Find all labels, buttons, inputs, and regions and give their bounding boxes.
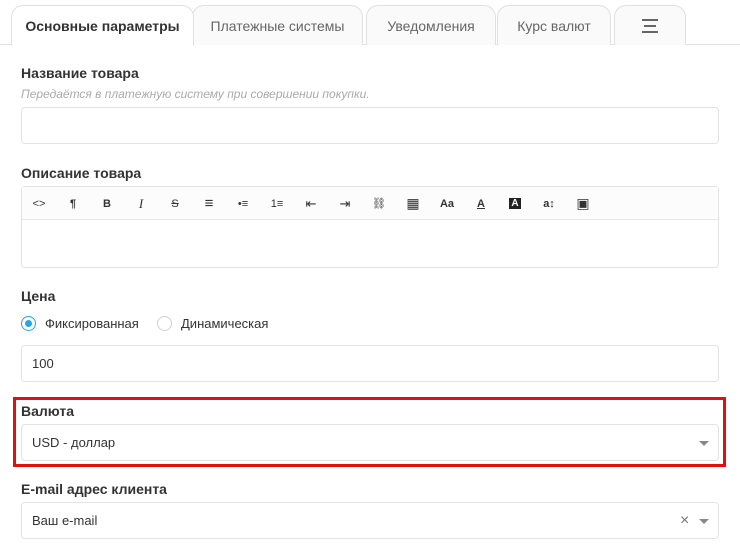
numbered-list-icon[interactable]: 1≡ (264, 187, 290, 220)
line-height-icon[interactable]: a↕ (536, 187, 562, 220)
bold-icon[interactable]: B (94, 187, 120, 220)
currency-highlight-frame (13, 397, 726, 467)
price-value: 100 (32, 356, 54, 371)
italic-icon[interactable]: I (128, 187, 154, 220)
tab-label: Основные параметры (25, 18, 180, 34)
description-editor: <> ¶ B I S ≡ •≡ 1≡ ⇤ ⇥ ⛓ ▦ Aa A A a↕ ▣ (21, 186, 719, 268)
radio-unselected-icon[interactable] (157, 316, 172, 331)
background-color-icon[interactable]: A (502, 187, 528, 220)
price-option-dynamic[interactable]: Динамическая (157, 316, 268, 331)
tab-label: Курс валют (517, 17, 591, 34)
outdent-icon[interactable]: ⇤ (298, 187, 324, 220)
text-color-icon[interactable]: A (468, 187, 494, 220)
tab-more-menu[interactable] (614, 5, 686, 45)
strikethrough-icon[interactable]: S (162, 187, 188, 220)
bullet-list-icon[interactable]: •≡ (230, 187, 256, 220)
price-input[interactable]: 100 (21, 345, 719, 382)
product-name-input[interactable] (21, 107, 719, 144)
table-icon[interactable]: ▦ (400, 187, 426, 220)
price-option-label: Динамическая (181, 316, 269, 331)
tab-notifications[interactable]: Уведомления (366, 5, 496, 45)
menu-lines-icon (642, 18, 658, 33)
tab-bar: Основные параметры Платежные системы Уве… (0, 0, 740, 46)
image-icon[interactable]: ▣ (570, 187, 596, 220)
chevron-down-icon[interactable] (699, 519, 709, 524)
font-size-icon[interactable]: Aa (434, 187, 460, 220)
product-description-label: Описание товара (21, 165, 142, 181)
tab-main-settings[interactable]: Основные параметры (11, 5, 194, 46)
client-email-label: E-mail адрес клиента (21, 481, 167, 497)
client-email-select[interactable]: Ваш e-mail × (21, 502, 719, 539)
radio-selected-icon[interactable] (21, 316, 36, 331)
product-name-hint: Передаётся в платежную систему при совер… (21, 87, 370, 101)
indent-icon[interactable]: ⇥ (332, 187, 358, 220)
tab-label: Уведомления (387, 17, 475, 34)
tab-label: Платежные системы (210, 17, 345, 34)
link-icon[interactable]: ⛓ (366, 187, 392, 220)
background-color-glyph: A (509, 198, 521, 209)
paragraph-icon[interactable]: ¶ (60, 187, 86, 220)
align-icon[interactable]: ≡ (196, 187, 222, 220)
clear-icon[interactable]: × (680, 512, 689, 530)
product-name-label: Название товара (21, 65, 139, 81)
tab-payment-systems[interactable]: Платежные системы (192, 5, 363, 45)
price-label: Цена (21, 288, 56, 304)
description-textarea[interactable] (22, 220, 718, 267)
tab-currency-rates[interactable]: Курс валют (497, 5, 611, 45)
price-option-label: Фиксированная (45, 316, 139, 331)
editor-toolbar: <> ¶ B I S ≡ •≡ 1≡ ⇤ ⇥ ⛓ ▦ Aa A A a↕ ▣ (22, 187, 718, 220)
price-option-fixed[interactable]: Фиксированная (21, 316, 139, 331)
code-view-icon[interactable]: <> (26, 187, 52, 220)
client-email-value: Ваш e-mail (32, 513, 98, 528)
